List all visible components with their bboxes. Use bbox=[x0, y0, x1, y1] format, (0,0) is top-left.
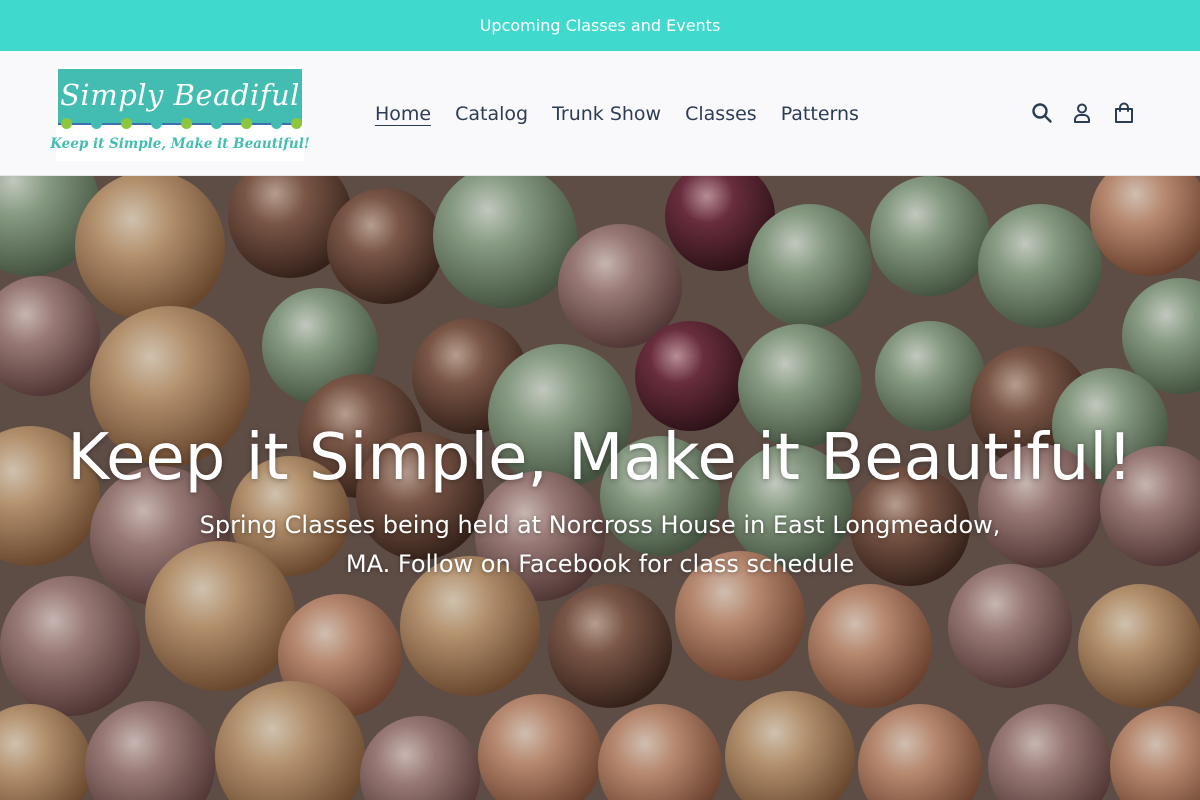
logo-banner: Simply Beadiful bbox=[58, 69, 302, 125]
hero-title: Keep it Simple, Make it Beautiful! bbox=[67, 421, 1133, 495]
nav-item-label: Patterns bbox=[780, 102, 859, 125]
logo-title: Simply Beadiful bbox=[60, 78, 300, 112]
logo-dot bbox=[181, 118, 192, 129]
logo-dot bbox=[271, 118, 282, 129]
logo-dot bbox=[291, 118, 302, 129]
nav-item-classes[interactable]: Classes bbox=[673, 102, 769, 126]
hero-subtitle: Spring Classes being held at Norcross Ho… bbox=[199, 511, 1001, 578]
nav-item-trunk-show[interactable]: Trunk Show bbox=[540, 102, 673, 126]
logo-dot bbox=[61, 118, 72, 129]
logo-dot bbox=[211, 118, 222, 129]
logo-dot bbox=[151, 118, 162, 129]
nav-item-label: Home bbox=[375, 102, 432, 126]
logo-dots bbox=[58, 118, 302, 130]
search-icon[interactable] bbox=[1030, 101, 1054, 125]
nav-item-home[interactable]: Home bbox=[363, 102, 443, 126]
logo-dot bbox=[241, 118, 252, 129]
announcement-bar[interactable]: Upcoming Classes and Events bbox=[0, 0, 1200, 51]
nav-item-label: Catalog bbox=[455, 102, 529, 125]
logo-tagline: Keep it Simple, Make it Beautiful! bbox=[50, 136, 310, 152]
cart-icon[interactable] bbox=[1112, 101, 1136, 125]
logo-dot bbox=[91, 118, 102, 129]
nav-item-label: Classes bbox=[685, 102, 757, 125]
nav-item-label: Trunk Show bbox=[552, 102, 662, 125]
nav-item-catalog[interactable]: Catalog bbox=[443, 102, 540, 126]
announcement-text: Upcoming Classes and Events bbox=[479, 16, 721, 35]
header-icons bbox=[1024, 51, 1154, 176]
logo[interactable]: Simply Beadiful Keep it Simple, Make it … bbox=[50, 67, 310, 161]
nav-item-patterns[interactable]: Patterns bbox=[769, 102, 871, 126]
main-nav: Home Catalog Trunk Show Classes Patterns bbox=[363, 51, 871, 176]
hero-banner: Keep it Simple, Make it Beautiful! Sprin… bbox=[0, 176, 1200, 800]
site-header: Simply Beadiful Keep it Simple, Make it … bbox=[0, 51, 1200, 176]
logo-dot bbox=[121, 118, 132, 129]
account-icon[interactable] bbox=[1070, 101, 1094, 125]
